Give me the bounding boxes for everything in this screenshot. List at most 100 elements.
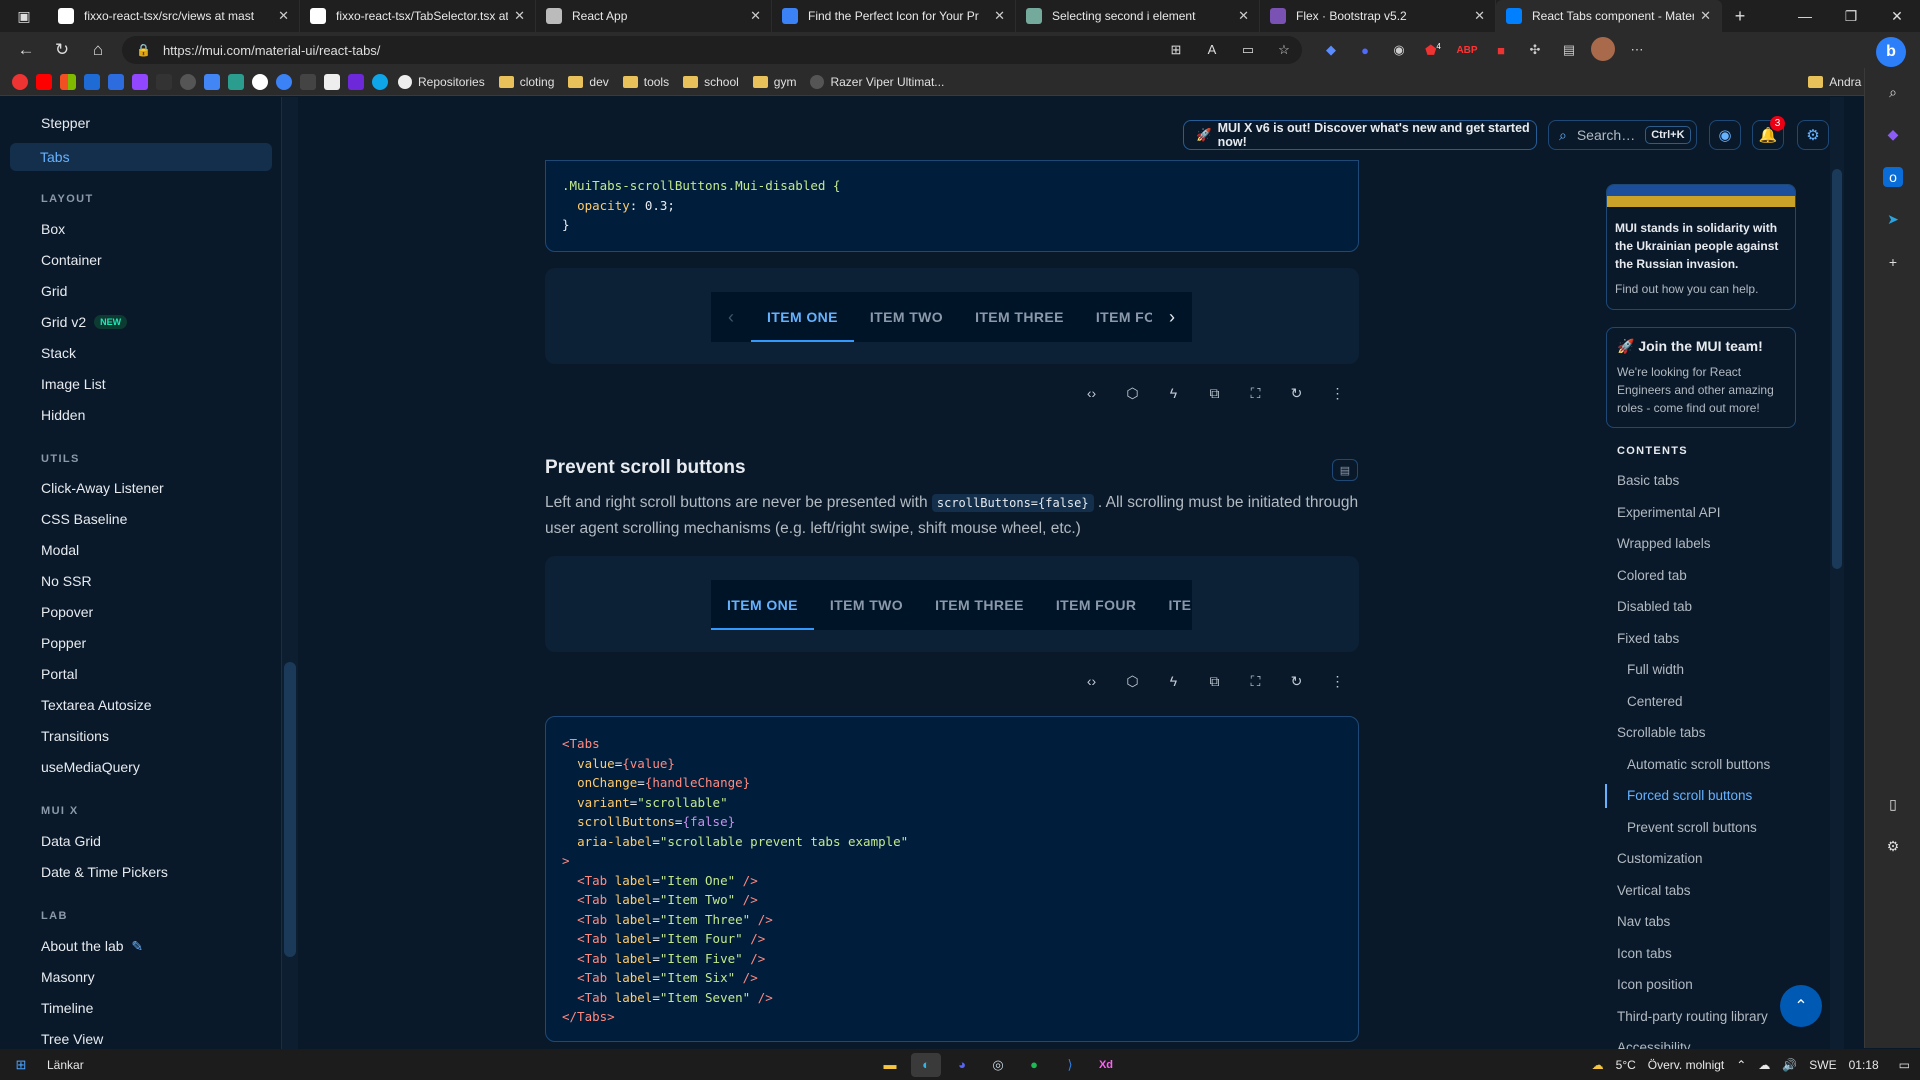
- browser-tab[interactable]: fixxo-react-tsx/src/views at mast ✕: [48, 0, 300, 32]
- ukraine-card[interactable]: MUI stands in solidarity with the Ukrain…: [1606, 184, 1796, 310]
- demo2-tab[interactable]: ITEM TWO: [814, 580, 919, 630]
- toc-item[interactable]: Experimental API: [1617, 505, 1721, 520]
- feedback-icon[interactable]: ▤: [1332, 459, 1358, 481]
- demo2-tab[interactable]: ITEM FOUR: [1040, 580, 1153, 630]
- demo2-tab[interactable]: ITEM ONE: [711, 580, 814, 630]
- nav-item-masonry[interactable]: Masonry: [41, 969, 95, 985]
- nav-item-usemediaquery[interactable]: useMediaQuery: [41, 759, 140, 775]
- edge-bookmark-icon[interactable]: [372, 73, 388, 90]
- close-tab-icon[interactable]: ✕: [514, 8, 525, 24]
- add-sidebar-icon[interactable]: +: [1883, 252, 1903, 272]
- telegram-icon[interactable]: ➤: [1883, 209, 1903, 229]
- adblock-plus-icon[interactable]: ABP: [1450, 45, 1484, 56]
- nav-item-portal[interactable]: Portal: [41, 666, 78, 682]
- more-icon[interactable]: ⋮: [1317, 673, 1358, 690]
- reset-icon[interactable]: ↻: [1276, 385, 1317, 402]
- cloud-icon[interactable]: ☁: [1758, 1058, 1770, 1072]
- bookmark-item[interactable]: gym: [752, 75, 796, 89]
- browser-tab[interactable]: Flex · Bootstrap v5.2 ✕: [1260, 0, 1496, 32]
- nav-item-date-time-pickers[interactable]: Date & Time Pickers: [41, 864, 168, 880]
- adobe-xd-icon[interactable]: Xd: [1091, 1053, 1121, 1077]
- nav-item-timeline[interactable]: Timeline: [41, 1000, 93, 1016]
- edge-icon[interactable]: ◐: [911, 1052, 941, 1077]
- toc-item[interactable]: Centered: [1627, 694, 1683, 709]
- demo2-tab[interactable]: ITEM F: [1152, 580, 1192, 630]
- lock-icon[interactable]: 🔒: [136, 43, 151, 57]
- nav-item-transitions[interactable]: Transitions: [41, 728, 109, 744]
- nav-item-stepper[interactable]: Stepper: [41, 115, 90, 131]
- bookmark-item[interactable]: school: [683, 75, 739, 89]
- paypal-icon[interactable]: [84, 73, 100, 90]
- steam-icon[interactable]: ◎: [983, 1053, 1013, 1077]
- nav-item-stack[interactable]: Stack: [41, 345, 76, 361]
- microsoft-icon[interactable]: [60, 73, 76, 90]
- more-menu-icon[interactable]: ⋯: [1620, 42, 1654, 58]
- copy-icon[interactable]: ⧉: [1194, 385, 1235, 402]
- shopping-icon[interactable]: ◆: [1883, 124, 1903, 144]
- circle-extension-icon[interactable]: ●: [1348, 43, 1382, 58]
- main-scrollbar-thumb[interactable]: [1832, 169, 1842, 569]
- clock[interactable]: 01:18: [1849, 1058, 1879, 1072]
- toc-item[interactable]: Basic tabs: [1617, 473, 1679, 488]
- toc-item[interactable]: Wrapped labels: [1617, 536, 1711, 551]
- nav-item-css-baseline[interactable]: CSS Baseline: [41, 511, 127, 527]
- toc-item[interactable]: Forced scroll buttons: [1627, 788, 1752, 803]
- new-tab-button[interactable]: +: [1722, 6, 1758, 27]
- nav-item-popover[interactable]: Popover: [41, 604, 93, 620]
- steam-bookmark-icon[interactable]: [180, 73, 196, 90]
- focus-icon[interactable]: ⛶: [1235, 385, 1276, 402]
- demo1-tab[interactable]: ITEM ONE: [751, 292, 854, 342]
- close-tab-icon[interactable]: ✕: [750, 8, 761, 24]
- search-sidebar-icon[interactable]: ⌕: [1883, 82, 1903, 102]
- close-window-icon[interactable]: ✕: [1874, 8, 1920, 25]
- toc-item[interactable]: Vertical tabs: [1617, 883, 1691, 898]
- he-icon[interactable]: [108, 73, 124, 90]
- rc-icon[interactable]: [156, 73, 172, 90]
- scroll-left-icon[interactable]: ‹: [711, 292, 751, 342]
- bookmark-app-icon[interactable]: [12, 73, 28, 90]
- ublock-extension-icon[interactable]: ⬟4: [1416, 42, 1450, 58]
- toc-item[interactable]: Disabled tab: [1617, 599, 1692, 614]
- glasses-extension-icon[interactable]: ◉: [1382, 42, 1416, 58]
- code-icon[interactable]: ‹›: [1071, 385, 1112, 402]
- nav-item-container[interactable]: Container: [41, 252, 102, 268]
- nav-item-click-away-listener[interactable]: Click-Away Listener: [41, 480, 164, 496]
- twitch-icon[interactable]: [132, 73, 148, 90]
- scroll-right-icon[interactable]: ›: [1152, 292, 1192, 342]
- close-tab-icon[interactable]: ✕: [1474, 8, 1485, 24]
- toc-item[interactable]: Full width: [1627, 662, 1684, 677]
- nav-item-grid[interactable]: Grid: [41, 283, 67, 299]
- focus-icon[interactable]: ⛶: [1235, 673, 1276, 690]
- reset-icon[interactable]: ↻: [1276, 673, 1317, 690]
- join-card[interactable]: 🚀 Join the MUI team! We're looking for R…: [1606, 327, 1796, 428]
- youtube-icon[interactable]: [36, 73, 52, 90]
- nav-item-hidden[interactable]: Hidden: [41, 407, 85, 423]
- tray-chevron-icon[interactable]: ⌃: [1736, 1058, 1746, 1072]
- toc-item[interactable]: Icon tabs: [1617, 946, 1672, 961]
- profile-avatar[interactable]: [1586, 36, 1620, 64]
- bookmark-item[interactable]: tools: [622, 75, 669, 89]
- shield-extension-icon[interactable]: ◆: [1314, 42, 1348, 58]
- browser-tab[interactable]: Selecting second i element ✕: [1016, 0, 1260, 32]
- toc-item[interactable]: Fixed tabs: [1617, 631, 1679, 646]
- back-icon[interactable]: ←: [8, 40, 44, 60]
- vscode-icon[interactable]: ⟩: [1055, 1053, 1085, 1077]
- weather-icon[interactable]: ☁: [1592, 1058, 1604, 1072]
- c-icon[interactable]: [252, 73, 268, 90]
- nav-item-modal[interactable]: Modal: [41, 542, 79, 558]
- minimize-icon[interactable]: —: [1782, 8, 1828, 25]
- discord-icon[interactable]: ◕: [947, 1053, 977, 1077]
- nav-item-box[interactable]: Box: [41, 221, 65, 237]
- links-toolbar-label[interactable]: Länkar: [47, 1058, 84, 1072]
- toc-item[interactable]: Scrollable tabs: [1617, 725, 1706, 740]
- left-nav-scrollbar-thumb[interactable]: [284, 662, 296, 957]
- stackblitz-icon[interactable]: ϟ: [1153, 673, 1194, 690]
- code-icon[interactable]: ‹›: [1071, 673, 1112, 690]
- demo2-tab-list[interactable]: ITEM ONEITEM TWOITEM THREEITEM FOURITEM …: [711, 580, 1192, 630]
- close-tab-icon[interactable]: ✕: [994, 8, 1005, 24]
- language-indicator[interactable]: SWE: [1809, 1058, 1836, 1072]
- restore-icon[interactable]: ❐: [1828, 8, 1874, 25]
- demo1-tab[interactable]: ITEM TWO: [854, 292, 959, 342]
- red-extension-icon[interactable]: ■: [1484, 43, 1518, 58]
- sidebar-settings-icon[interactable]: ⚙: [1883, 836, 1903, 856]
